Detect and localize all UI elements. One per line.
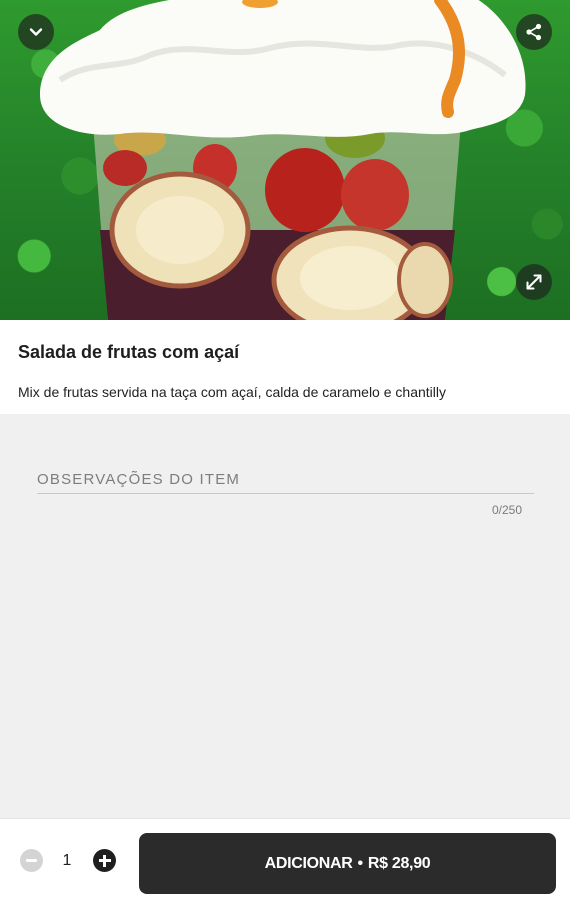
product-image [0, 0, 570, 320]
item-notes-input[interactable] [37, 466, 534, 494]
add-button-label: ADICIONAR [264, 854, 353, 872]
product-info: Salada de frutas com açaí Mix de frutas … [0, 320, 570, 414]
quantity-value: 1 [62, 852, 72, 869]
chevron-down-icon [29, 28, 43, 36]
expand-image-button[interactable] [516, 264, 552, 300]
add-to-cart-button[interactable]: ADICIONAR • R$ 28,90 [139, 833, 556, 894]
expand-icon [526, 274, 542, 290]
notes-character-counter: 0/250 [491, 503, 522, 517]
item-notes-section: 0/250 [0, 414, 570, 818]
minus-circle-icon [26, 859, 37, 862]
add-button-price: R$ 28,90 [367, 854, 431, 872]
increase-quantity-button[interactable] [93, 849, 116, 872]
price-separator: • [357, 854, 364, 872]
product-title: Salada de frutas com açaí [18, 342, 240, 362]
decrease-quantity-button[interactable] [20, 849, 43, 872]
add-to-cart-bar: 1 ADICIONAR • R$ 28,90 [0, 818, 570, 900]
product-description: Mix de frutas servida na taça com açaí, … [18, 384, 446, 400]
collapse-button[interactable] [18, 14, 54, 50]
share-icon [526, 23, 542, 41]
share-button[interactable] [516, 14, 552, 50]
fruit-cup-illustration [40, 0, 526, 320]
